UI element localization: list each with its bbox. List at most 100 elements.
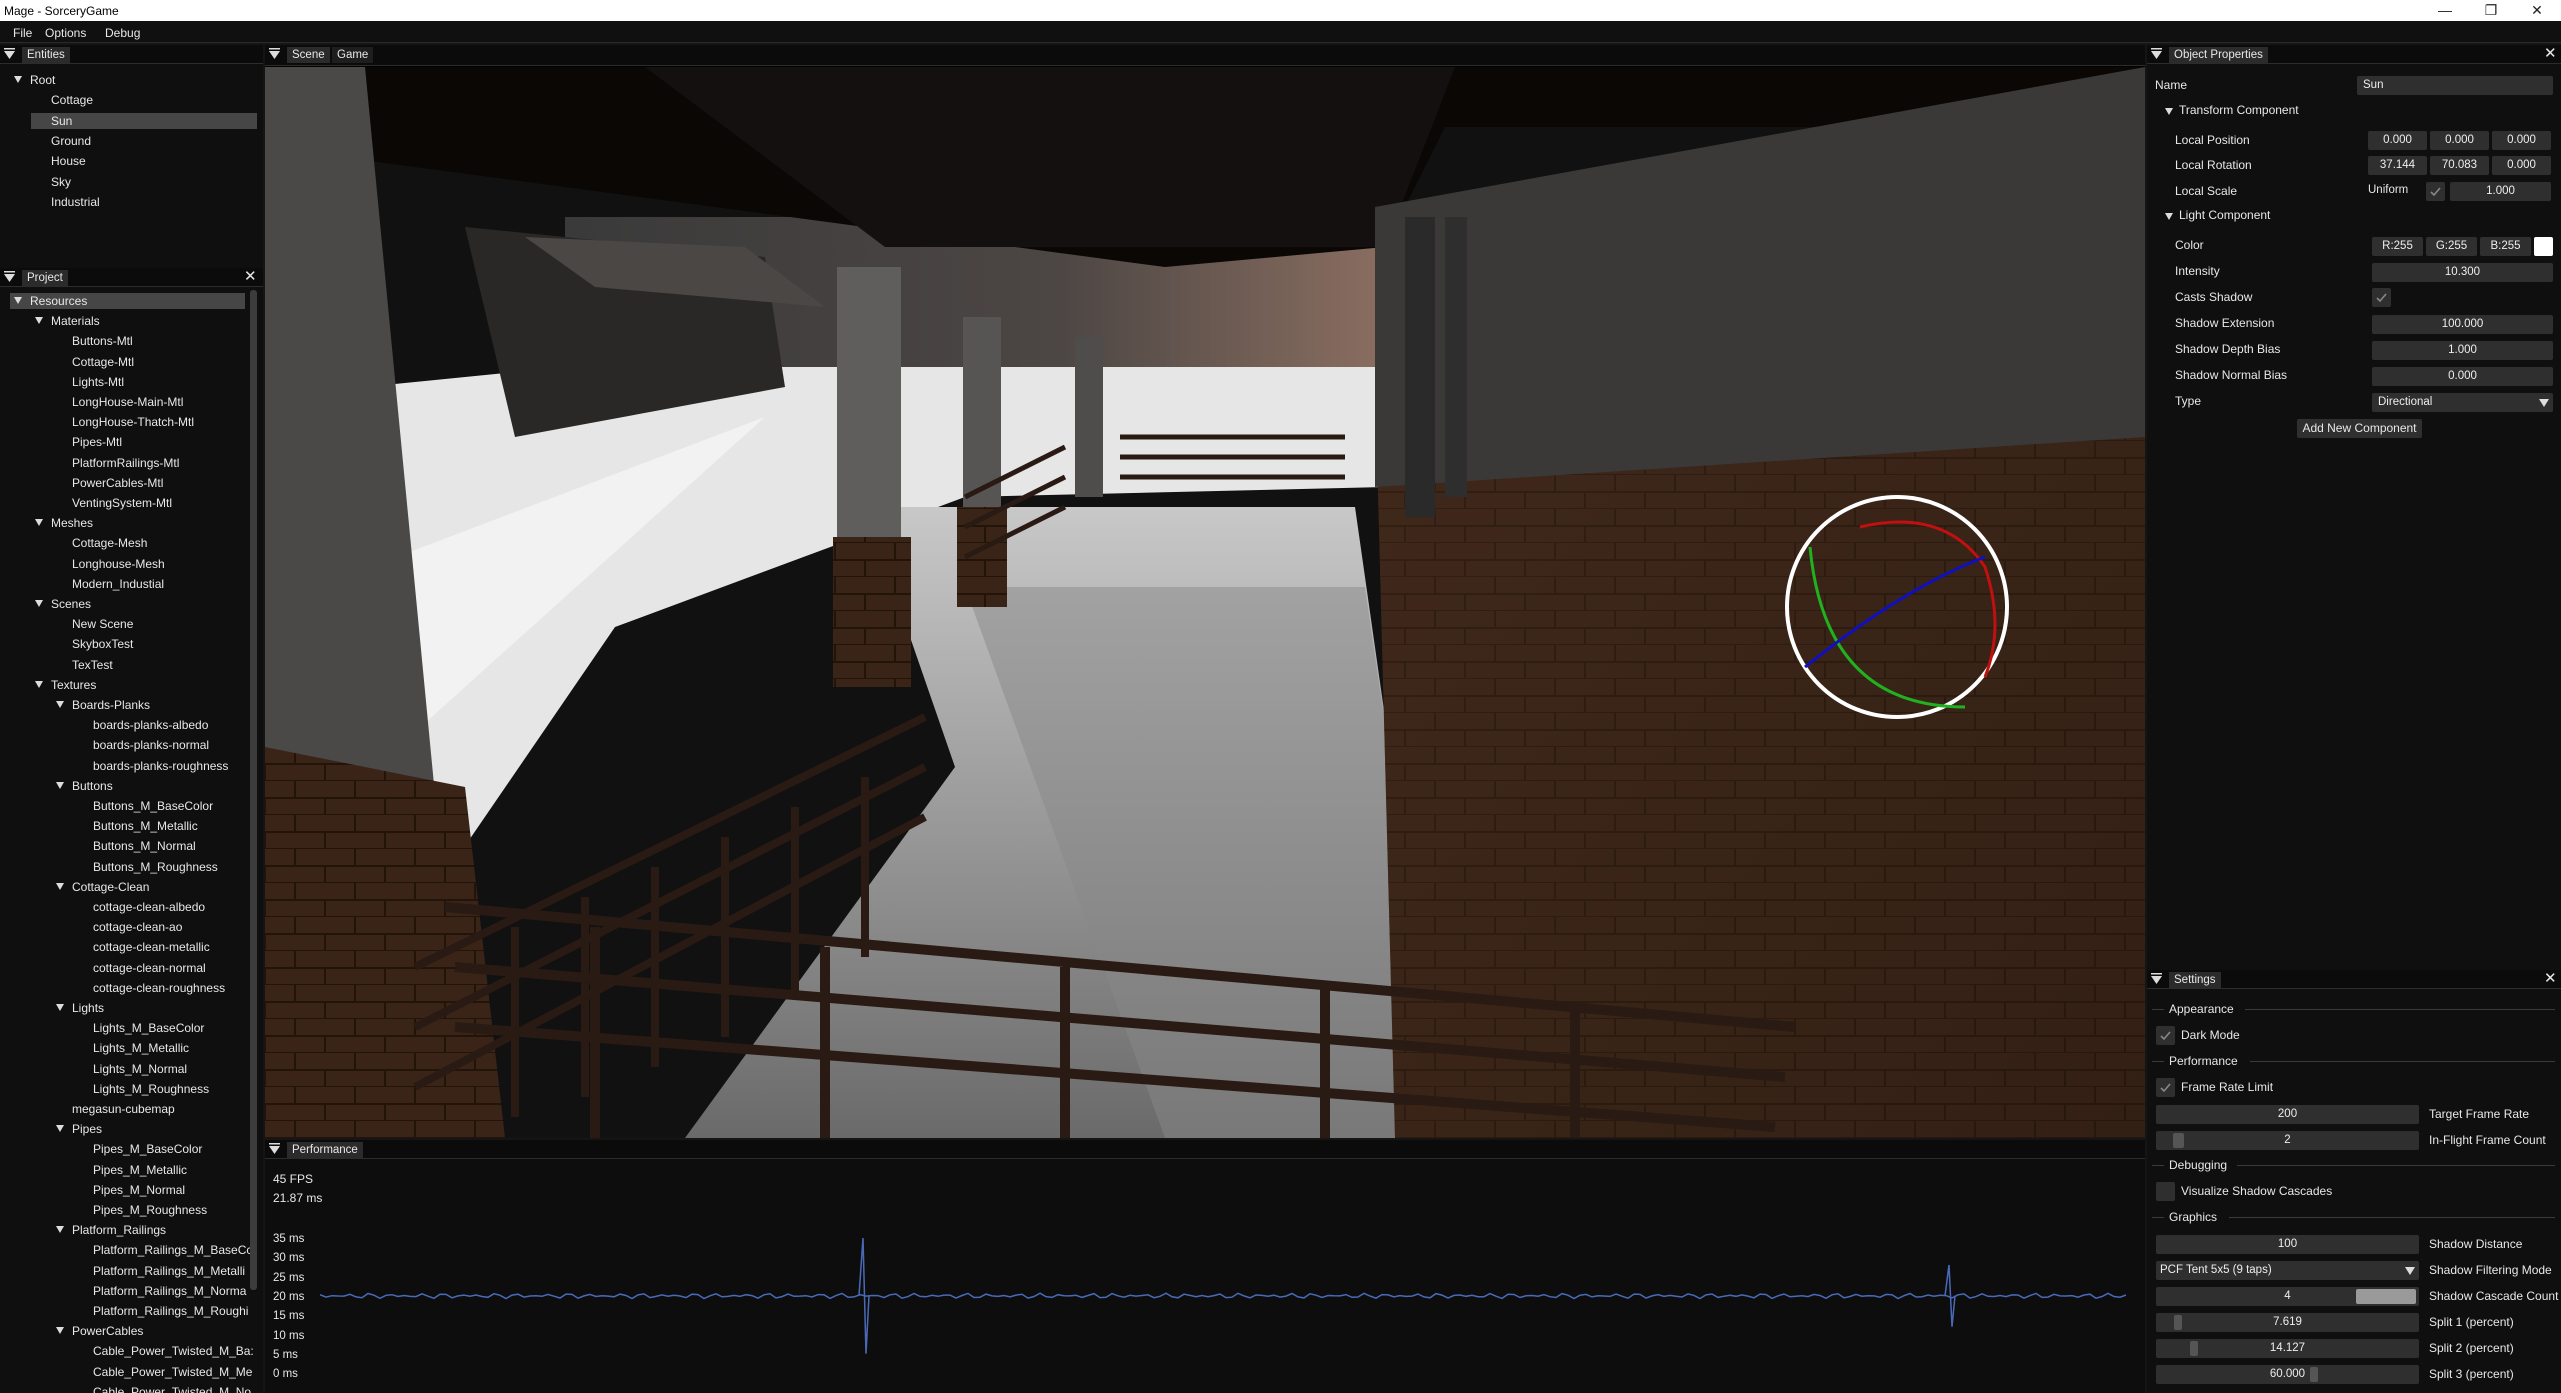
local-position-x[interactable]: 0.000 <box>2368 131 2427 150</box>
expand-arrow-icon[interactable] <box>56 882 64 890</box>
project-item[interactable]: Cable_Power_Twisted_M_Ba: <box>77 1342 254 1360</box>
project-item[interactable]: Pipes_M_Roughness <box>77 1201 207 1219</box>
project-item[interactable]: Meshes <box>35 514 93 532</box>
panel-menu-icon[interactable] <box>2150 973 2163 986</box>
dark-mode-checkbox[interactable] <box>2156 1026 2175 1045</box>
shadow-normal-bias-input[interactable]: 0.000 <box>2372 367 2553 386</box>
tab-performance[interactable]: Performance <box>287 1142 363 1158</box>
menu-options[interactable]: Options <box>45 26 86 40</box>
project-item[interactable]: LongHouse-Thatch-Mtl <box>56 413 194 431</box>
project-item[interactable]: Platform_Railings_M_Roughi <box>77 1302 248 1320</box>
split1-slider[interactable]: 7.619 <box>2156 1313 2419 1332</box>
local-rotation-z[interactable]: 0.000 <box>2492 156 2551 175</box>
expand-arrow-icon[interactable] <box>14 297 22 304</box>
slider-handle[interactable] <box>2356 1289 2416 1304</box>
tab-project[interactable]: Project <box>22 270 68 286</box>
panel-menu-icon[interactable] <box>3 271 16 284</box>
project-item[interactable]: Lights_M_Normal <box>77 1060 187 1078</box>
local-scale-input[interactable]: 1.000 <box>2450 182 2551 201</box>
project-item[interactable]: boards-planks-albedo <box>77 716 208 734</box>
collapse-arrow-icon[interactable] <box>2165 213 2173 220</box>
project-item[interactable]: PowerCables-Mtl <box>56 474 163 492</box>
project-item[interactable]: Pipes_M_Normal <box>77 1181 185 1199</box>
scene-render[interactable] <box>265 67 2145 1138</box>
project-item[interactable]: Platform_Railings <box>56 1221 166 1239</box>
visualize-cascades-checkbox[interactable] <box>2156 1182 2175 1201</box>
expand-arrow-icon[interactable] <box>35 317 43 325</box>
project-item[interactable]: Buttons <box>56 777 113 795</box>
type-dropdown[interactable]: Directional <box>2372 393 2553 412</box>
tab-game[interactable]: Game <box>332 47 374 63</box>
project-item[interactable]: Buttons_M_Roughness <box>77 858 218 876</box>
local-rotation-y[interactable]: 70.083 <box>2430 156 2489 175</box>
add-component-button[interactable]: Add New Component <box>2297 419 2422 438</box>
project-item[interactable]: Lights_M_Metallic <box>77 1039 189 1057</box>
menu-file[interactable]: File <box>13 26 32 40</box>
project-item[interactable]: cottage-clean-roughness <box>77 979 225 997</box>
shadow-filtering-dropdown[interactable]: PCF Tent 5x5 (9 taps) <box>2156 1261 2419 1280</box>
project-item[interactable]: Textures <box>35 676 96 694</box>
frame-rate-limit-checkbox[interactable] <box>2156 1078 2175 1097</box>
menu-debug[interactable]: Debug <box>105 26 140 40</box>
project-item[interactable]: Lights_M_BaseColor <box>77 1019 204 1037</box>
close-icon[interactable]: ✕ <box>2544 971 2557 987</box>
color-g[interactable]: G:255 <box>2426 237 2477 256</box>
project-item[interactable]: Materials <box>35 312 100 330</box>
expand-arrow-icon[interactable] <box>56 1004 64 1011</box>
panel-menu-icon[interactable] <box>2150 48 2163 61</box>
shadow-extension-input[interactable]: 100.000 <box>2372 315 2553 334</box>
project-item[interactable]: Resources <box>14 292 87 310</box>
project-item[interactable]: Pipes <box>56 1120 102 1138</box>
tab-entities[interactable]: Entities <box>22 47 70 63</box>
expand-arrow-icon[interactable] <box>56 1125 64 1133</box>
project-item[interactable]: Modern_Industial <box>56 575 164 593</box>
project-item[interactable]: Cottage-Clean <box>56 878 149 896</box>
project-item[interactable]: Buttons_M_Metallic <box>77 817 198 835</box>
in-flight-frame-slider[interactable]: 2 <box>2156 1131 2419 1150</box>
project-item[interactable]: TexTest <box>56 656 113 674</box>
maximize-button[interactable]: ❐ <box>2468 0 2514 21</box>
casts-shadow-checkbox[interactable] <box>2372 288 2391 307</box>
local-position-y[interactable]: 0.000 <box>2430 131 2489 150</box>
panel-menu-icon[interactable] <box>268 48 281 61</box>
slider-handle[interactable] <box>2190 1341 2198 1356</box>
tab-settings[interactable]: Settings <box>2169 972 2221 988</box>
local-position-z[interactable]: 0.000 <box>2492 131 2551 150</box>
project-item[interactable]: Cottage-Mesh <box>56 534 147 552</box>
panel-menu-icon[interactable] <box>268 1143 281 1156</box>
project-item[interactable]: cottage-clean-metallic <box>77 938 210 956</box>
entities-item[interactable]: Root <box>14 71 55 89</box>
expand-arrow-icon[interactable] <box>56 701 64 708</box>
intensity-input[interactable]: 10.300 <box>2372 263 2553 282</box>
project-item[interactable]: Scenes <box>35 595 91 613</box>
color-b[interactable]: B:255 <box>2480 237 2531 256</box>
project-item[interactable]: Boards-Planks <box>56 696 150 714</box>
color-r[interactable]: R:255 <box>2372 237 2423 256</box>
project-item[interactable]: SkyboxTest <box>56 635 133 653</box>
project-item[interactable]: Buttons_M_BaseColor <box>77 797 213 815</box>
project-item[interactable]: Cottage-Mtl <box>56 353 134 371</box>
entities-item[interactable]: Ground <box>35 132 91 150</box>
project-item[interactable]: LongHouse-Main-Mtl <box>56 393 183 411</box>
transform-component-header[interactable]: Transform Component <box>2179 103 2299 117</box>
expand-arrow-icon[interactable] <box>14 76 22 83</box>
slider-handle[interactable] <box>2174 1315 2182 1330</box>
project-item[interactable]: boards-planks-normal <box>77 736 209 754</box>
project-item[interactable]: New Scene <box>56 615 133 633</box>
project-item[interactable]: Cable_Power_Twisted_M_No <box>77 1383 251 1393</box>
color-swatch[interactable] <box>2534 237 2553 256</box>
slider-handle[interactable] <box>2310 1367 2318 1382</box>
uniform-checkbox[interactable] <box>2426 182 2445 201</box>
entities-item[interactable]: House <box>35 152 86 170</box>
shadow-distance-input[interactable]: 100 <box>2156 1235 2419 1254</box>
project-item[interactable]: PowerCables <box>56 1322 143 1340</box>
target-frame-rate-input[interactable]: 200 <box>2156 1105 2419 1124</box>
collapse-arrow-icon[interactable] <box>2165 108 2173 115</box>
entities-item[interactable]: Cottage <box>35 91 93 109</box>
entities-item[interactable]: Sky <box>35 173 71 191</box>
shadow-depth-bias-input[interactable]: 1.000 <box>2372 341 2553 360</box>
expand-arrow-icon[interactable] <box>35 519 43 527</box>
slider-handle[interactable] <box>2173 1133 2184 1148</box>
entities-item[interactable]: Sun <box>35 112 72 130</box>
light-component-header[interactable]: Light Component <box>2179 208 2270 222</box>
